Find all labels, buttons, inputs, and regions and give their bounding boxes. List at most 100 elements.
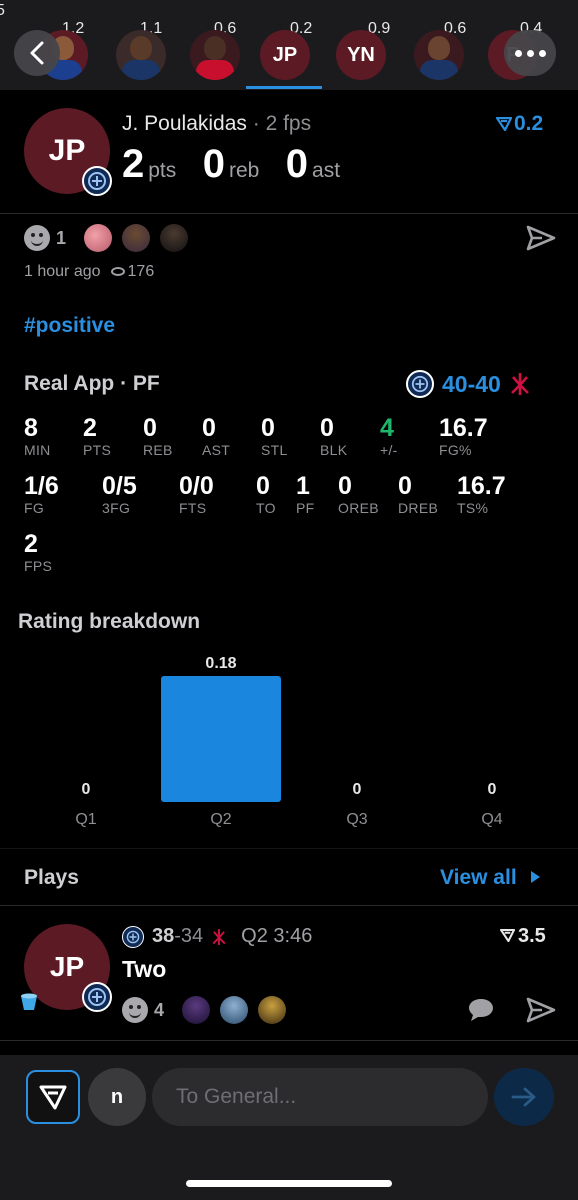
- stat-value: 0: [143, 414, 157, 442]
- game-score[interactable]: 40-40: [406, 370, 531, 398]
- play-rating-value: 3.5: [518, 925, 546, 947]
- stat-label: TO: [256, 500, 276, 516]
- player-jersey: [122, 60, 160, 80]
- stat-value: 0: [398, 472, 412, 500]
- score-home: 38: [152, 925, 175, 947]
- chevron-left-icon: [30, 41, 44, 65]
- bucket-icon: [21, 993, 37, 1010]
- share-icon[interactable]: [526, 224, 556, 252]
- send-button[interactable]: [494, 1068, 554, 1126]
- reb-unit: reb: [228, 159, 260, 182]
- stat-value: 0: [256, 472, 270, 500]
- team-logo-glyph: [411, 375, 429, 393]
- player-summary-stats: 2 pts 0 reb 0 ast: [122, 142, 362, 187]
- stat-stl: 0 STL: [261, 414, 288, 458]
- stat-value: 16.7: [457, 472, 506, 500]
- player-name-line: J. Poulakidas · 2 fps: [122, 112, 311, 136]
- reaction-count: 4: [154, 999, 165, 1020]
- pts-unit: pts: [148, 159, 177, 182]
- stat-fps: 2 FPS: [24, 530, 52, 574]
- player-reaction-icon[interactable]: [258, 996, 287, 1024]
- rockets-logo-icon: [510, 373, 529, 395]
- player-jersey: [196, 60, 234, 80]
- strip-player[interactable]: 0.6: [174, 18, 246, 90]
- smile-reaction-icon[interactable]: [122, 997, 148, 1023]
- back-button[interactable]: [14, 30, 60, 76]
- share-icon[interactable]: [526, 996, 556, 1024]
- team-logo-icon: [406, 370, 434, 398]
- reb-value: 0: [202, 142, 225, 186]
- player-rating[interactable]: 0.2: [495, 112, 543, 136]
- player-avatar: JP: [260, 30, 310, 80]
- more-icon-dot: [526, 49, 534, 57]
- comment-icon[interactable]: [466, 996, 496, 1024]
- stat-value: 16.7: [439, 414, 488, 442]
- player-reaction-icon[interactable]: [122, 224, 151, 252]
- view-all-link[interactable]: View all: [440, 866, 541, 890]
- bar-q2: [161, 676, 281, 802]
- stat-value: 1/6: [24, 472, 59, 500]
- stat-fg: 1/6 FG: [24, 472, 59, 516]
- time-ago: 1 hour ago: [24, 263, 101, 280]
- stat-oreb: 0 OREB: [338, 472, 379, 516]
- smile-reaction-icon[interactable]: [24, 225, 50, 251]
- selected-indicator: [246, 86, 322, 89]
- player-photo: [414, 30, 464, 80]
- stat-blk: 0 BLK: [320, 414, 347, 458]
- strip-player[interactable]: 1.1: [100, 18, 172, 90]
- more-button[interactable]: [504, 30, 556, 76]
- bar-value-label: 0: [488, 781, 497, 798]
- score-away: 34: [180, 925, 204, 947]
- stat-value: 0: [338, 472, 352, 500]
- stat-value: 0: [320, 414, 334, 442]
- stat-label: DREB: [398, 500, 439, 516]
- home-indicator: [186, 1180, 392, 1187]
- player-reaction-icon[interactable]: [182, 996, 211, 1024]
- score-text: 40-40: [442, 370, 501, 397]
- views: 176: [110, 263, 154, 281]
- category-label: Q3: [346, 811, 367, 828]
- bar-value-label: 0: [353, 781, 362, 798]
- player-reaction-icon[interactable]: [160, 224, 189, 252]
- strip-player[interactable]: 0.9 YN: [320, 18, 392, 90]
- brain-emoji-icon[interactable]: [84, 224, 113, 252]
- player-photo: [116, 30, 166, 80]
- stat-ast: 0 AST: [202, 414, 230, 458]
- reactions-row: 1: [24, 222, 192, 254]
- game-title: Real App · PF: [24, 372, 160, 395]
- player-head: [204, 36, 226, 60]
- view-all-label: View all: [440, 866, 517, 889]
- strip-player[interactable]: 0.6: [398, 18, 470, 90]
- player-reaction-icon[interactable]: [220, 996, 249, 1024]
- post-meta: 1 hour ago 176: [24, 263, 154, 281]
- play-clock: Q2 3:46: [241, 925, 313, 947]
- team-logo-icon: [82, 982, 112, 1012]
- rockets-logo-icon: [212, 928, 226, 945]
- stat-to: 0 TO: [256, 472, 276, 516]
- app-logo-button[interactable]: [26, 1070, 80, 1124]
- stat-plus-minus: 4 +/-: [380, 414, 398, 458]
- player-strip: 5 1.2 1.1 0.6 0.2 JP 0.9 YN 0.6 0.4 P: [0, 0, 578, 90]
- stat-min: 8 MIN: [24, 414, 51, 458]
- player-photo: [190, 30, 240, 80]
- stat-3fg: 0/5 3FG: [102, 472, 137, 516]
- stat-dreb: 0 DREB: [398, 472, 438, 516]
- player-head: [428, 36, 450, 60]
- message-input[interactable]: [152, 1068, 488, 1126]
- stat-label: FTS: [179, 500, 207, 516]
- stat-label: STL: [261, 442, 288, 458]
- hashtag[interactable]: #positive: [24, 314, 115, 338]
- category-label: Q4: [481, 811, 502, 828]
- strip-player-selected[interactable]: 0.2 JP: [244, 18, 316, 90]
- more-icon-dot: [514, 49, 522, 57]
- stat-label: FG: [24, 500, 45, 516]
- more-icon-dot: [538, 49, 546, 57]
- stat-label: REB: [143, 442, 173, 458]
- score-separator: -: [174, 925, 181, 947]
- stat-value: 0: [202, 414, 216, 442]
- plays-title: Plays: [24, 866, 79, 889]
- stat-value: 0/5: [102, 472, 137, 500]
- chart-title: Rating breakdown: [18, 610, 201, 633]
- user-avatar-button[interactable]: n: [88, 1068, 146, 1126]
- team-logo-glyph: [126, 930, 140, 943]
